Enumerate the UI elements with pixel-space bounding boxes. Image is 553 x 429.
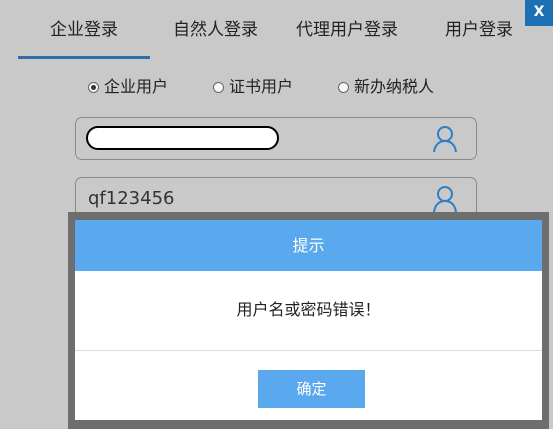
tab-individual-login[interactable]: 自然人登录 (173, 18, 258, 42)
user-type-options: 企业用户 证书用户 新办纳税人 (88, 74, 488, 100)
user-icon (433, 186, 457, 213)
dialog-message: 用户名或密码错误！ (236, 300, 381, 319)
radio-unselected-icon (338, 82, 349, 93)
ok-button[interactable]: 确定 (258, 370, 365, 408)
login-tabs: 企业登录 自然人登录 代理用户登录 用户登录 (18, 0, 528, 60)
alert-dialog: 提示 用户名或密码错误！ 确定 (75, 220, 542, 420)
radio-unselected-icon (213, 82, 224, 93)
tab-user-login[interactable]: 用户登录 (445, 18, 513, 42)
radio-label: 新办纳税人 (354, 77, 435, 96)
radio-certificate-user[interactable]: 证书用户 (213, 74, 293, 100)
active-tab-indicator (18, 56, 150, 59)
radio-selected-icon (88, 82, 99, 93)
tab-agent-login[interactable]: 代理用户登录 (296, 18, 398, 42)
user-icon (433, 126, 457, 153)
username-field[interactable] (75, 117, 477, 160)
close-button[interactable]: X (525, 0, 553, 26)
radio-label: 证书用户 (229, 77, 294, 96)
radio-enterprise-user[interactable]: 企业用户 (88, 74, 168, 100)
password-field-value: qf123456 (88, 188, 175, 209)
dialog-title: 提示 (75, 220, 542, 271)
radio-label: 企业用户 (104, 77, 169, 96)
radio-new-taxpayer[interactable]: 新办纳税人 (338, 74, 434, 100)
tab-enterprise-login[interactable]: 企业登录 (50, 18, 118, 42)
dialog-divider (75, 350, 542, 351)
redacted-username (86, 126, 279, 150)
